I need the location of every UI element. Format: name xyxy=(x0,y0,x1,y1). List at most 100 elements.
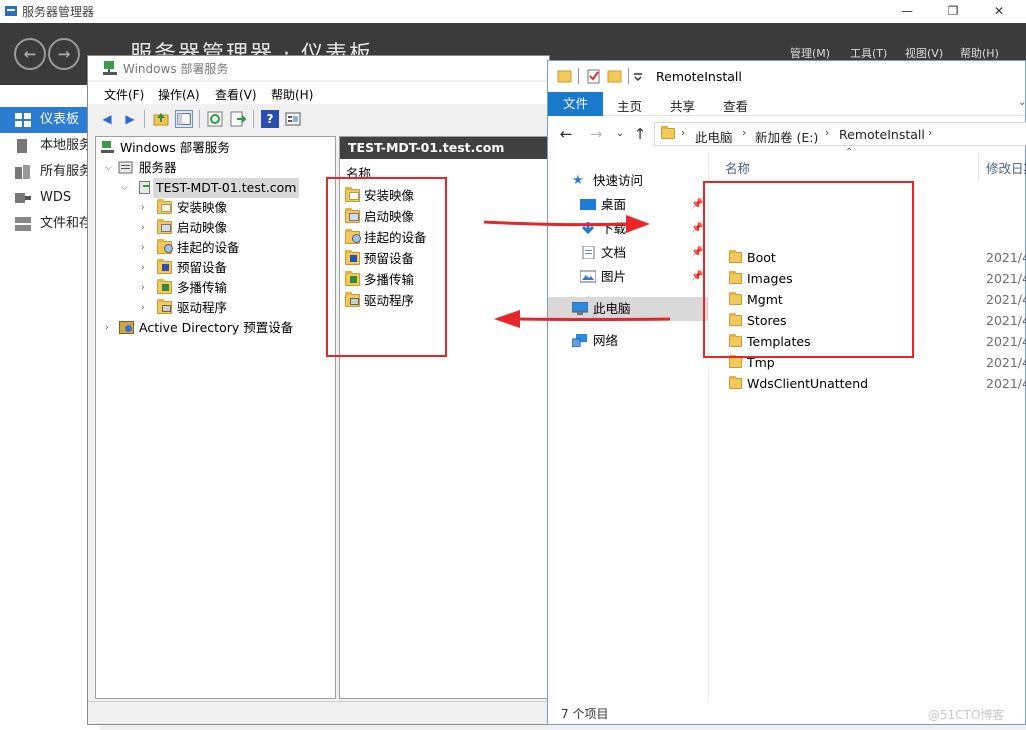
breadcrumb-remoteinstall[interactable]: RemoteInstall xyxy=(839,127,925,142)
file-row-wdsclientunattend[interactable]: WdsClientUnattend 2021/4 xyxy=(709,373,1026,394)
back-arrow-icon[interactable]: ← xyxy=(557,125,575,143)
refresh-icon[interactable] xyxy=(206,110,224,128)
sidebar-item-all-servers[interactable]: 所有服务器 xyxy=(0,159,100,185)
restore-button[interactable]: ❐ xyxy=(930,0,976,23)
breadcrumb-this-pc[interactable]: 此电脑 xyxy=(695,127,733,146)
tree-prestaged-devices[interactable]: › 预留设备 xyxy=(96,258,334,278)
up-folder-icon[interactable] xyxy=(152,110,170,128)
tree-ad-label: Active Directory 预置设备 xyxy=(139,320,294,335)
chevron-right-icon[interactable]: › xyxy=(141,198,151,218)
chevron-right-icon[interactable]: › xyxy=(141,258,151,278)
tree-item-label: 驱动程序 xyxy=(177,300,228,315)
tree-item-label: 安装映像 xyxy=(177,200,228,215)
file-date: 2021/4 xyxy=(986,355,1026,370)
wds-statusbar xyxy=(88,701,549,723)
install-images-folder-icon xyxy=(157,199,172,214)
sidebar-item-file-storage[interactable]: 文件和存储服务 xyxy=(0,211,100,237)
item-count: 7 个项目 xyxy=(561,707,609,721)
sidebar-item-dashboard[interactable]: 仪表板 xyxy=(0,107,100,133)
help-icon[interactable]: ? xyxy=(261,110,279,128)
chevron-right-icon[interactable]: › xyxy=(105,318,115,338)
close-button[interactable]: ✕ xyxy=(976,0,1022,23)
forward-button[interactable]: → xyxy=(48,38,80,70)
chevron-right-icon[interactable]: › xyxy=(141,218,151,238)
menu-view[interactable]: 视图(V) xyxy=(905,45,943,61)
menu-action[interactable]: 操作(A) xyxy=(158,86,200,103)
menu-tools[interactable]: 工具(T) xyxy=(850,45,887,61)
recent-locations-icon[interactable]: ⌄ xyxy=(611,128,629,139)
quick-access-toolbar[interactable] xyxy=(556,68,648,84)
column-header-modified[interactable]: 修改日期 xyxy=(986,158,1026,177)
forward-arrow-icon[interactable]: ▶ xyxy=(121,110,139,128)
detail-header: TEST-MDT-01.test.com xyxy=(340,137,550,159)
annotation-box-wds-items xyxy=(326,177,447,357)
prestaged-devices-folder-icon xyxy=(157,259,172,274)
dashboard-icon xyxy=(15,113,31,127)
tree-pending-devices[interactable]: › 挂起的设备 xyxy=(96,238,334,258)
ribbon-expand-icon[interactable]: ⌄ xyxy=(1018,97,1026,108)
menu-manage[interactable]: 管理(M) xyxy=(790,45,830,61)
boot-images-folder-icon xyxy=(157,219,172,234)
menu-help[interactable]: 帮助(H) xyxy=(271,86,313,103)
tree-server-label: TEST-MDT-01.test.com xyxy=(153,178,300,198)
servers-icon xyxy=(118,161,133,174)
breadcrumb-drive[interactable]: 新加卷 (E:) xyxy=(755,127,818,146)
sidebar-item-local-server[interactable]: 本地服务器 xyxy=(0,133,100,159)
tree-item-label: 启动映像 xyxy=(177,220,228,235)
tree-item-label: 预留设备 xyxy=(177,260,228,275)
back-arrow-icon[interactable]: ◀ xyxy=(98,110,116,128)
nav-label: 快速访问 xyxy=(593,173,644,188)
tree-multicast[interactable]: › 多播传输 xyxy=(96,278,334,298)
tab-view[interactable]: 查看 xyxy=(723,96,748,115)
nav-quick-access[interactable]: ★ 快速访问 xyxy=(548,169,708,193)
minimize-button[interactable]: — xyxy=(884,0,930,23)
chevron-right-icon[interactable]: › xyxy=(141,238,151,258)
menu-file[interactable]: 文件(F) xyxy=(104,86,144,103)
tree-root-label: Windows 部署服务 xyxy=(120,140,230,155)
menu-help[interactable]: 帮助(H) xyxy=(960,45,999,61)
wds-title: Windows 部署服务 xyxy=(123,62,229,76)
tab-file[interactable]: 文件 xyxy=(548,92,603,116)
address-bar[interactable]: › 此电脑 › 新加卷 (E:) › RemoteInstall › xyxy=(654,122,1026,146)
breadcrumb-separator[interactable]: › xyxy=(742,126,746,139)
annotation-arrows xyxy=(483,215,671,328)
chevron-down-icon[interactable]: ⌵ xyxy=(105,158,115,178)
tree-server-node[interactable]: ⌵ TEST-MDT-01.test.com xyxy=(96,178,334,198)
breadcrumb-separator[interactable]: › xyxy=(825,126,829,139)
wds-titlebar: Windows 部署服务 xyxy=(88,56,549,80)
show-hide-tree-icon[interactable] xyxy=(175,110,193,128)
up-arrow-icon[interactable]: ↑ xyxy=(631,125,649,143)
tree-servers[interactable]: ⌵ 服务器 xyxy=(96,158,334,178)
wds-menubar: 文件(F) 操作(A) 查看(V) 帮助(H) xyxy=(88,82,549,104)
tree-root[interactable]: Windows 部署服务 xyxy=(96,138,334,158)
star-icon: ★ xyxy=(572,173,584,188)
column-divider[interactable] xyxy=(978,152,979,180)
sidebar-item-wds[interactable]: WDS xyxy=(0,185,100,211)
folder-icon xyxy=(661,126,675,139)
back-button[interactable]: ← xyxy=(14,38,46,70)
tab-home[interactable]: 主页 xyxy=(617,96,642,115)
file-date: 2021/4 xyxy=(986,313,1026,328)
annotation-box-explorer-folders xyxy=(703,181,914,358)
explorer-address-row: ← → ⌄ ↑ › 此电脑 › 新加卷 (E:) › RemoteInstall… xyxy=(548,117,1026,151)
tree-active-directory[interactable]: › Active Directory 预置设备 xyxy=(96,318,334,338)
toolbar-separator xyxy=(199,110,200,128)
forward-arrow-icon[interactable]: → xyxy=(587,125,605,143)
tree-install-images[interactable]: › 安装映像 xyxy=(96,198,334,218)
tree-drivers[interactable]: › 驱动程序 xyxy=(96,298,334,318)
tree-boot-images[interactable]: › 启动映像 xyxy=(96,218,334,238)
chevron-right-icon[interactable]: › xyxy=(141,278,151,298)
chevron-down-icon[interactable]: ⌵ xyxy=(121,178,131,198)
breadcrumb-separator[interactable]: › xyxy=(681,126,685,139)
export-list-icon[interactable] xyxy=(229,110,247,128)
chevron-right-icon[interactable]: › xyxy=(141,298,151,318)
column-header-name[interactable]: 名称 xyxy=(725,158,750,177)
menu-view[interactable]: 查看(V) xyxy=(215,86,257,103)
tab-share[interactable]: 共享 xyxy=(670,96,695,115)
server-manager-sidebar: 仪表板 本地服务器 所有服务器 WDS 文件和存储服务 xyxy=(0,85,100,730)
properties-icon[interactable] xyxy=(284,110,302,128)
breadcrumb-separator[interactable]: › xyxy=(928,126,932,139)
server-icon xyxy=(139,181,150,194)
file-explorer-window: RemoteInstall 文件 主页 共享 查看 ⌄ ← → ⌄ ↑ › 此电… xyxy=(547,60,1026,725)
server-manager-icon xyxy=(5,6,17,16)
